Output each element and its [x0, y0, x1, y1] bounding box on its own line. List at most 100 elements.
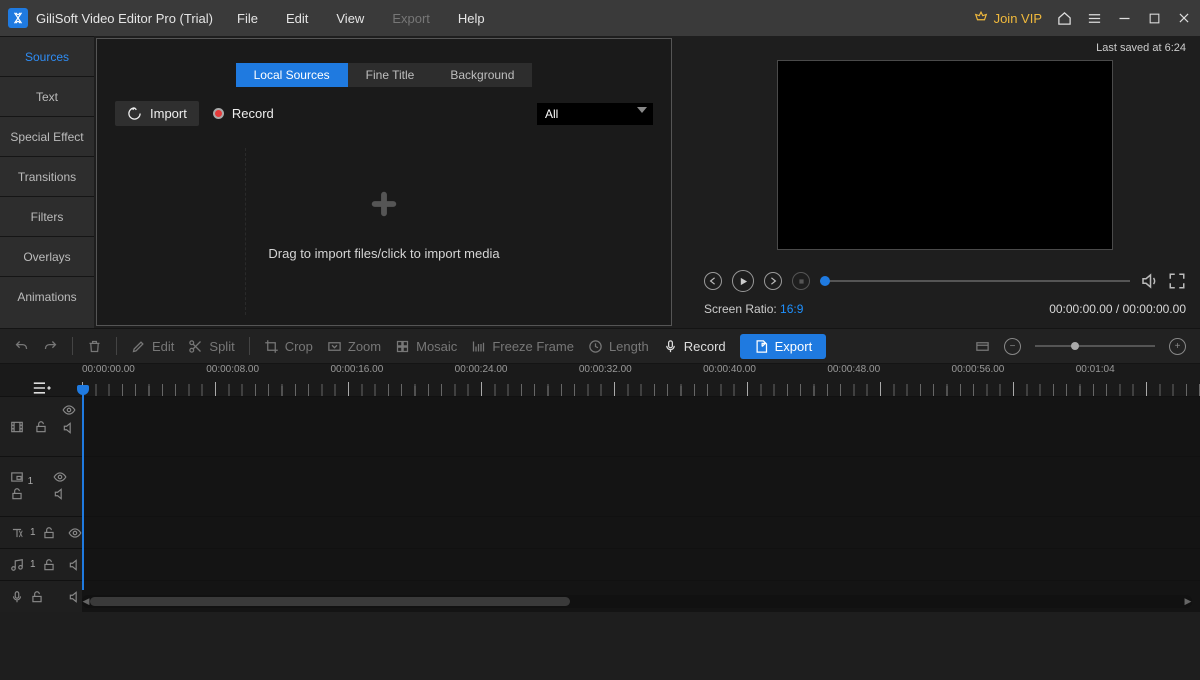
- redo-button[interactable]: [43, 339, 58, 354]
- track-audio-body[interactable]: [82, 549, 1200, 580]
- prev-frame-button[interactable]: [704, 272, 722, 290]
- playhead[interactable]: [82, 392, 84, 590]
- volume-icon[interactable]: [1140, 272, 1158, 290]
- pip-icon: [10, 470, 24, 484]
- speaker-icon[interactable]: [68, 558, 82, 572]
- app-logo: [8, 8, 28, 28]
- zoom-in-button[interactable]: +: [1169, 338, 1186, 355]
- track-audio-badge: 1: [30, 559, 36, 570]
- next-frame-button[interactable]: [764, 272, 782, 290]
- minimize-icon[interactable]: [1116, 10, 1132, 26]
- unlock-icon[interactable]: [30, 590, 44, 604]
- edit-button[interactable]: Edit: [131, 339, 174, 354]
- home-icon[interactable]: [1056, 10, 1072, 26]
- track-pip-head[interactable]: 1: [0, 457, 82, 516]
- crop-button[interactable]: Crop: [264, 339, 313, 354]
- film-icon: [10, 420, 24, 434]
- scrollbar-thumb[interactable]: [90, 597, 570, 606]
- music-icon: [10, 558, 24, 572]
- undo-button[interactable]: [14, 339, 29, 354]
- record-toolbar-button[interactable]: Record: [663, 339, 726, 354]
- mosaic-button[interactable]: Mosaic: [395, 339, 457, 354]
- source-tab-background[interactable]: Background: [432, 63, 532, 87]
- export-label: Export: [775, 339, 813, 354]
- time-ruler[interactable]: 00:00:00.0000:00:08.0000:00:16.0000:00:2…: [82, 364, 1200, 396]
- preview-video[interactable]: [777, 60, 1113, 250]
- source-filter-dropdown[interactable]: All: [537, 103, 653, 125]
- fullscreen-icon[interactable]: [1168, 272, 1186, 290]
- source-tab-local[interactable]: Local Sources: [236, 63, 348, 87]
- scroll-right-icon[interactable]: ▶: [1183, 597, 1193, 606]
- zoom-thumb[interactable]: [1071, 342, 1079, 350]
- menu-edit[interactable]: Edit: [286, 11, 308, 26]
- freeze-frame-button[interactable]: Freeze Frame: [471, 339, 574, 354]
- menu-help[interactable]: Help: [458, 11, 485, 26]
- text-icon: [10, 526, 24, 540]
- preview-seek-slider[interactable]: [820, 280, 1130, 282]
- delete-button[interactable]: [87, 339, 102, 354]
- dropzone-hint: Drag to import files/click to import med…: [268, 246, 499, 261]
- preview-column: Last saved at 6:24 Screen Ratio: 16:9 00…: [674, 36, 1200, 328]
- unlock-icon[interactable]: [10, 487, 24, 501]
- track-text-body[interactable]: [82, 517, 1200, 548]
- split-button[interactable]: Split: [188, 339, 234, 354]
- zoom-slider[interactable]: [1035, 345, 1155, 347]
- track-text: 1: [0, 516, 1200, 548]
- track-audio: 1: [0, 548, 1200, 580]
- menu-export: Export: [392, 11, 430, 26]
- side-nav-special-effect[interactable]: Special Effect: [0, 116, 94, 156]
- source-filter-select[interactable]: All: [537, 103, 653, 125]
- fit-timeline-icon[interactable]: [975, 339, 990, 354]
- hamburger-icon[interactable]: [1086, 10, 1102, 26]
- eye-icon[interactable]: [53, 470, 67, 484]
- menu-file[interactable]: File: [237, 11, 258, 26]
- side-nav-transitions[interactable]: Transitions: [0, 156, 94, 196]
- side-nav-filters[interactable]: Filters: [0, 196, 94, 236]
- side-nav: Sources Text Special Effect Transitions …: [0, 36, 94, 328]
- app-title: GiliSoft Video Editor Pro (Trial): [36, 11, 213, 26]
- speaker-icon[interactable]: [62, 421, 76, 435]
- media-dropzone[interactable]: Drag to import files/click to import med…: [97, 126, 671, 325]
- eye-icon[interactable]: [68, 526, 82, 540]
- timeline-scrollbar[interactable]: ◀ ▶: [82, 595, 1192, 608]
- screen-ratio-value[interactable]: 16:9: [780, 302, 803, 316]
- side-nav-animations[interactable]: Animations: [0, 276, 94, 316]
- mic-icon: [10, 590, 24, 604]
- export-button[interactable]: Export: [740, 334, 827, 359]
- seek-thumb[interactable]: [820, 276, 830, 286]
- ruler-labels: 00:00:00.0000:00:08.0000:00:16.0000:00:2…: [82, 364, 1200, 375]
- import-label: Import: [150, 106, 187, 121]
- source-tabs: Local Sources Fine Title Background: [236, 63, 533, 87]
- unlock-icon[interactable]: [42, 526, 56, 540]
- close-icon[interactable]: [1176, 10, 1192, 26]
- track-pip-body[interactable]: [82, 457, 1200, 516]
- track-voice-head[interactable]: [0, 581, 82, 612]
- track-text-head[interactable]: 1: [0, 517, 82, 548]
- eye-icon[interactable]: [62, 403, 76, 417]
- side-nav-sources[interactable]: Sources: [0, 36, 94, 76]
- menu-view[interactable]: View: [336, 11, 364, 26]
- speaker-icon[interactable]: [53, 487, 67, 501]
- track-video-body[interactable]: [82, 397, 1200, 456]
- track-video-head[interactable]: [0, 397, 82, 456]
- zoom-out-button[interactable]: −: [1004, 338, 1021, 355]
- maximize-icon[interactable]: [1146, 10, 1162, 26]
- preview-time: 00:00:00.00 / 00:00:00.00: [1049, 302, 1186, 316]
- side-nav-text[interactable]: Text: [0, 76, 94, 116]
- play-button[interactable]: [732, 270, 754, 292]
- add-track-button[interactable]: [0, 380, 82, 396]
- import-button[interactable]: Import: [115, 101, 199, 126]
- track-audio-head[interactable]: 1: [0, 549, 82, 580]
- join-vip-button[interactable]: Join VIP: [974, 11, 1042, 26]
- stop-button[interactable]: [792, 272, 810, 290]
- record-dot-icon: [213, 108, 224, 119]
- track-pip: 1: [0, 456, 1200, 516]
- source-tab-fine-title[interactable]: Fine Title: [348, 63, 433, 87]
- side-nav-overlays[interactable]: Overlays: [0, 236, 94, 276]
- speaker-icon[interactable]: [68, 590, 82, 604]
- unlock-icon[interactable]: [42, 558, 56, 572]
- length-button[interactable]: Length: [588, 339, 649, 354]
- zoom-button[interactable]: Zoom: [327, 339, 381, 354]
- unlock-icon[interactable]: [34, 420, 48, 434]
- record-button[interactable]: Record: [213, 106, 274, 121]
